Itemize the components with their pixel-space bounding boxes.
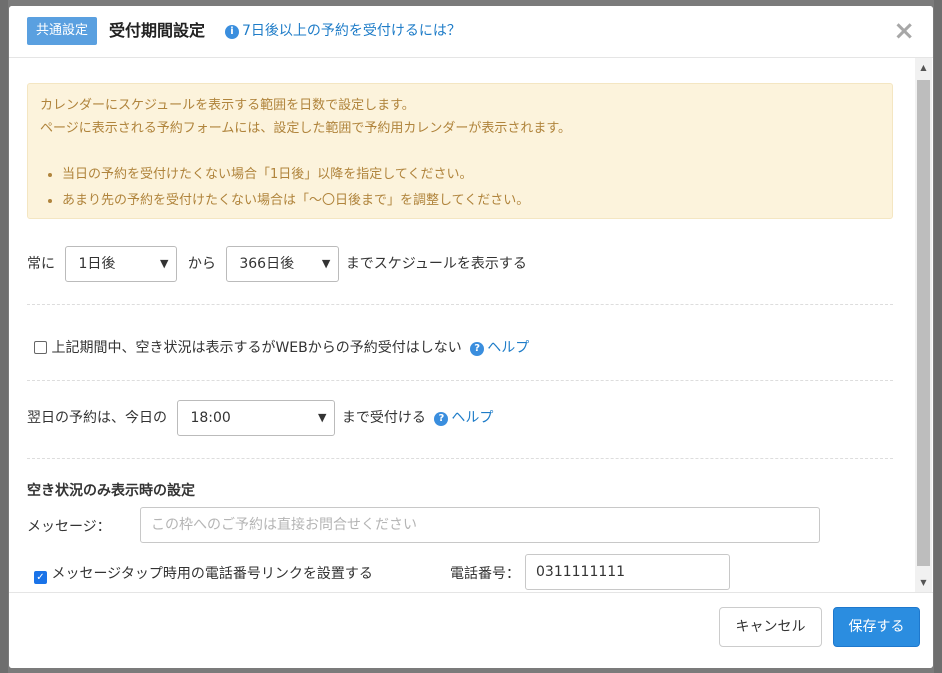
backdrop-right [934,0,942,673]
help-icon: ? [434,412,449,426]
dialog-body[interactable]: カレンダーにスケジュールを表示する範囲を日数で設定します。 ページに表示される予… [9,58,933,593]
phone-link-row: ✓ メッセージタップ時用の電話番号リンクを設置する [34,563,373,584]
availability-section-title: 空き状況のみ表示時の設定 [27,483,195,499]
message-placeholder: この枠へのご予約は直接お問合せください [151,517,417,533]
range-suffix: までスケジュールを表示する [345,256,527,272]
range-prefix: 常に [27,256,55,272]
common-settings-badge: 共通設定 [27,17,98,45]
info-notice: カレンダーにスケジュールを表示する範囲を日数で設定します。 ページに表示される予… [27,83,893,219]
web-block-label[interactable]: 上記期間中、空き状況は表示するがWEBからの予約受付はしない [51,340,461,356]
backdrop-left [0,0,8,673]
notice-bullet: あまり先の予約を受付けたくない場合は「～〇日後まで」を調整してください。 [62,188,880,214]
range-to-select[interactable]: 366日後 ▼ [226,246,340,282]
next-day-row: 翌日の予約は、今日の 18:00 ▼ まで受付ける ? ヘルプ [27,400,493,436]
divider [27,380,893,381]
notice-line: ページに表示される予約フォームには、設定した範囲で予約用カレンダーが表示されます… [40,121,572,136]
vertical-scrollbar[interactable]: ▲ ▼ [915,58,932,593]
help-icon: ? [470,342,485,356]
dialog-header: 共通設定 受付期間設定 i 7日後以上の予約を受付けるには？ × [9,6,933,58]
next-day-prefix: 翌日の予約は、今日の [27,410,167,426]
dialog-footer: キャンセル 保存する [9,592,933,668]
phone-label: 電話番号： [450,566,520,582]
notice-bullet: 当日の予約を受付けたくない場合「1日後」以降を指定してください。 [62,162,880,188]
scroll-down-arrow-icon[interactable]: ▼ [915,576,932,590]
cancel-button[interactable]: キャンセル [719,607,822,647]
phone-value: 0311111111 [536,564,626,580]
info-icon: i [225,25,239,39]
dialog-title: 受付期間設定 [109,21,206,40]
chevron-down-icon: ▼ [317,411,327,424]
seven-days-help-link[interactable]: i 7日後以上の予約を受付けるには？ [225,17,461,45]
phone-link-checkbox[interactable]: ✓ [34,571,47,584]
next-day-time-select[interactable]: 18:00 ▼ [177,400,336,436]
close-icon[interactable]: × [893,18,915,44]
phone-link-label[interactable]: メッセージタップ時用の電話番号リンクを設置する [51,566,372,582]
next-day-help-text: ヘルプ [451,410,494,426]
save-button[interactable]: 保存する [833,607,920,647]
range-to-value: 366日後 [239,256,295,272]
range-from-value: 1日後 [78,256,116,272]
scroll-thumb[interactable] [917,80,930,566]
range-middle: から [187,256,216,272]
web-block-checkbox[interactable] [34,341,47,354]
next-day-time-value: 18:00 [190,410,231,426]
next-day-suffix: まで受付ける [341,410,426,426]
chevron-down-icon: ▼ [321,257,331,270]
phone-input[interactable]: 0311111111 [525,554,730,590]
next-day-help-link[interactable]: ? ヘルプ [434,410,493,426]
web-block-help-text: ヘルプ [487,340,530,356]
scroll-up-arrow-icon[interactable]: ▲ [915,61,932,75]
message-label: メッセージ： [27,519,111,535]
notice-bullets: 当日の予約を受付けたくない場合「1日後」以降を指定してください。 あまり先の予約… [40,162,880,214]
web-block-row: 上記期間中、空き状況は表示するがWEBからの予約受付はしない ? ヘルプ [34,337,529,357]
range-from-select[interactable]: 1日後 ▼ [65,246,178,282]
notice-line: カレンダーにスケジュールを表示する範囲を日数で設定します。 [40,98,415,113]
divider [27,458,893,459]
reception-period-dialog: 共通設定 受付期間設定 i 7日後以上の予約を受付けるには？ × カレンダーにスケ… [9,6,933,668]
divider [27,304,893,305]
message-input[interactable]: この枠へのご予約は直接お問合せください [140,507,820,543]
seven-days-help-text: 7日後以上の予約を受付けるには？ [242,23,461,39]
range-row: 常に 1日後 ▼ から 366日後 ▼ までスケジュールを表示する [27,246,527,282]
web-block-help-link[interactable]: ? ヘルプ [470,340,529,356]
chevron-down-icon: ▼ [159,257,169,270]
